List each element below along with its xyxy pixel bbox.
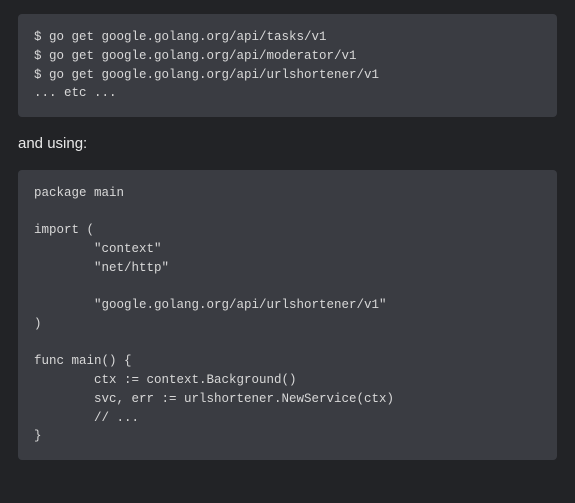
code-content: package main import ( "context" "net/htt… bbox=[34, 184, 541, 447]
code-block-install-commands[interactable]: $ go get google.golang.org/api/tasks/v1 … bbox=[18, 14, 557, 117]
content-container: $ go get google.golang.org/api/tasks/v1 … bbox=[0, 0, 575, 460]
body-text-and-using: and using: bbox=[18, 133, 557, 156]
code-content: $ go get google.golang.org/api/tasks/v1 … bbox=[34, 28, 541, 103]
code-block-go-example[interactable]: package main import ( "context" "net/htt… bbox=[18, 170, 557, 461]
